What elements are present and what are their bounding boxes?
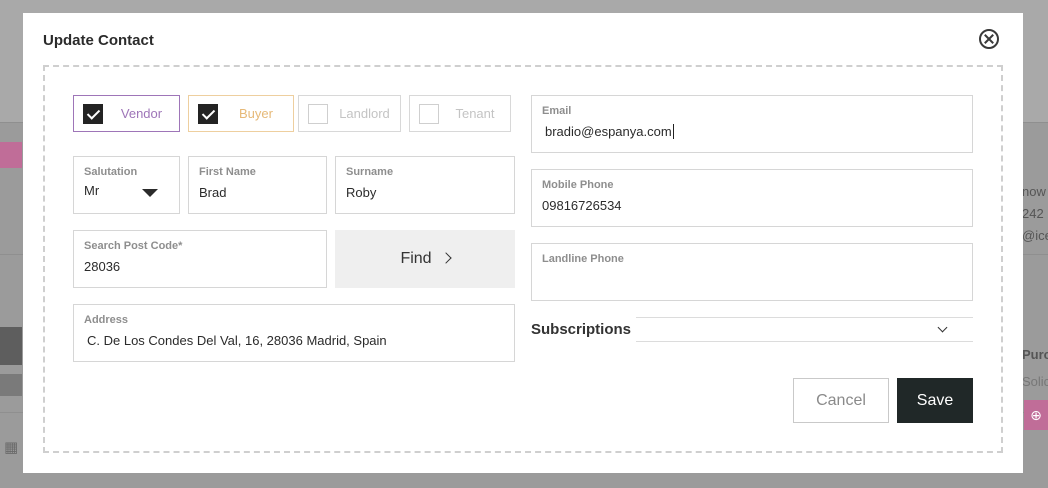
background-text: 242 <box>1022 206 1044 221</box>
checkbox-checked-icon <box>198 104 218 124</box>
first-name-field[interactable]: First Name Brad <box>188 156 327 214</box>
address-field[interactable]: Address C. De Los Condes Del Val, 16, 28… <box>73 304 515 362</box>
checkbox-empty-icon <box>419 104 439 124</box>
landlord-label: Landlord <box>339 106 390 121</box>
first-name-label: First Name <box>199 166 256 178</box>
address-value: C. De Los Condes Del Val, 16, 28036 Madr… <box>87 333 387 348</box>
subscriptions-select[interactable] <box>636 317 973 342</box>
find-button[interactable]: Find <box>335 230 515 288</box>
post-code-label: Search Post Code* <box>84 240 183 252</box>
background-text: now <box>1022 184 1046 199</box>
mobile-phone-label: Mobile Phone <box>542 179 614 191</box>
landline-phone-field[interactable]: Landline Phone <box>531 243 973 301</box>
post-code-value: 28036 <box>84 259 121 274</box>
checkbox-empty-icon <box>308 104 328 124</box>
salutation-select[interactable]: Salutation Mr <box>73 156 180 214</box>
checkbox-checked-icon <box>83 104 103 124</box>
landline-phone-label: Landline Phone <box>542 253 624 265</box>
mobile-phone-value: 09816726534 <box>542 198 622 213</box>
landlord-checkbox[interactable]: Landlord <box>298 95 401 132</box>
surname-label: Surname <box>346 166 394 178</box>
background-user-icon <box>0 142 22 168</box>
update-contact-modal: Update Contact Vendor Buyer Landlord Ten… <box>23 13 1023 473</box>
vendor-label: Vendor <box>120 106 163 121</box>
dropdown-arrow-icon <box>142 189 158 197</box>
email-value: bradio@espanya.com <box>545 124 672 139</box>
buyer-checkbox[interactable]: Buyer <box>188 95 294 132</box>
surname-field[interactable]: Surname Roby <box>335 156 515 214</box>
subscriptions-label: Subscriptions <box>531 321 632 338</box>
vendor-checkbox[interactable]: Vendor <box>73 95 180 132</box>
tenant-label: Tenant <box>455 106 495 121</box>
buyer-label: Buyer <box>239 106 273 121</box>
background-text: @ice <box>1022 228 1048 243</box>
background-text: Purc <box>1022 347 1048 362</box>
chevron-down-icon <box>937 322 948 333</box>
mobile-phone-field[interactable]: Mobile Phone 09816726534 <box>531 169 973 227</box>
modal-title: Update Contact <box>43 32 154 49</box>
add-icon: ⊕ <box>1024 400 1048 430</box>
cancel-button[interactable]: Cancel <box>793 378 889 423</box>
salutation-label: Salutation <box>84 166 138 178</box>
salutation-value: Mr <box>84 183 100 198</box>
surname-value: Roby <box>346 185 377 200</box>
close-icon[interactable] <box>979 29 999 49</box>
post-code-field[interactable]: Search Post Code* 28036 <box>73 230 327 288</box>
first-name-value: Brad <box>199 185 227 200</box>
save-button[interactable]: Save <box>897 378 973 423</box>
background-block <box>0 374 22 396</box>
background-text: Solic <box>1022 374 1048 389</box>
email-field[interactable]: Email bradio@espanya.com <box>531 95 973 153</box>
email-label: Email <box>542 105 572 117</box>
text-cursor <box>672 124 674 139</box>
address-label: Address <box>84 314 129 326</box>
tenant-checkbox[interactable]: Tenant <box>409 95 511 132</box>
find-label: Find <box>400 250 432 267</box>
calendar-icon: ▦ <box>4 439 19 456</box>
background-block <box>0 327 22 365</box>
chevron-right-icon <box>439 252 452 264</box>
